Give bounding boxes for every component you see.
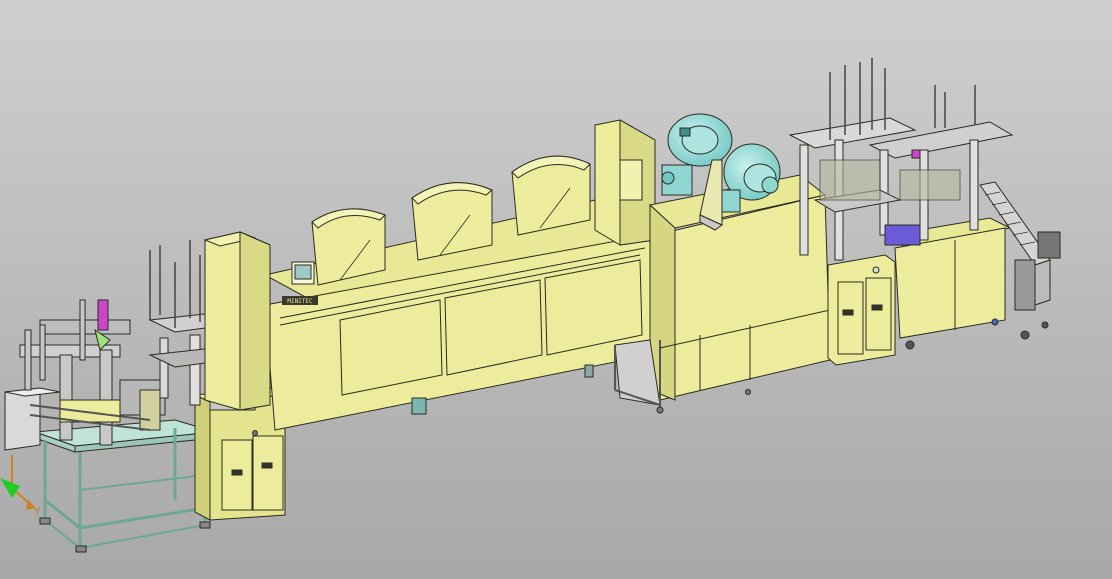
- axis-y-label: Y: [33, 505, 41, 518]
- right-cabinet[interactable]: [827, 254, 896, 366]
- cad-viewport[interactable]: MINITEC Y: [0, 0, 1112, 579]
- assembly-view: MINITEC Y: [0, 0, 1112, 579]
- hmi-panel[interactable]: [291, 261, 315, 285]
- brand-plate: MINITEC: [282, 296, 318, 305]
- brand-plate-text: MINITEC: [287, 298, 313, 305]
